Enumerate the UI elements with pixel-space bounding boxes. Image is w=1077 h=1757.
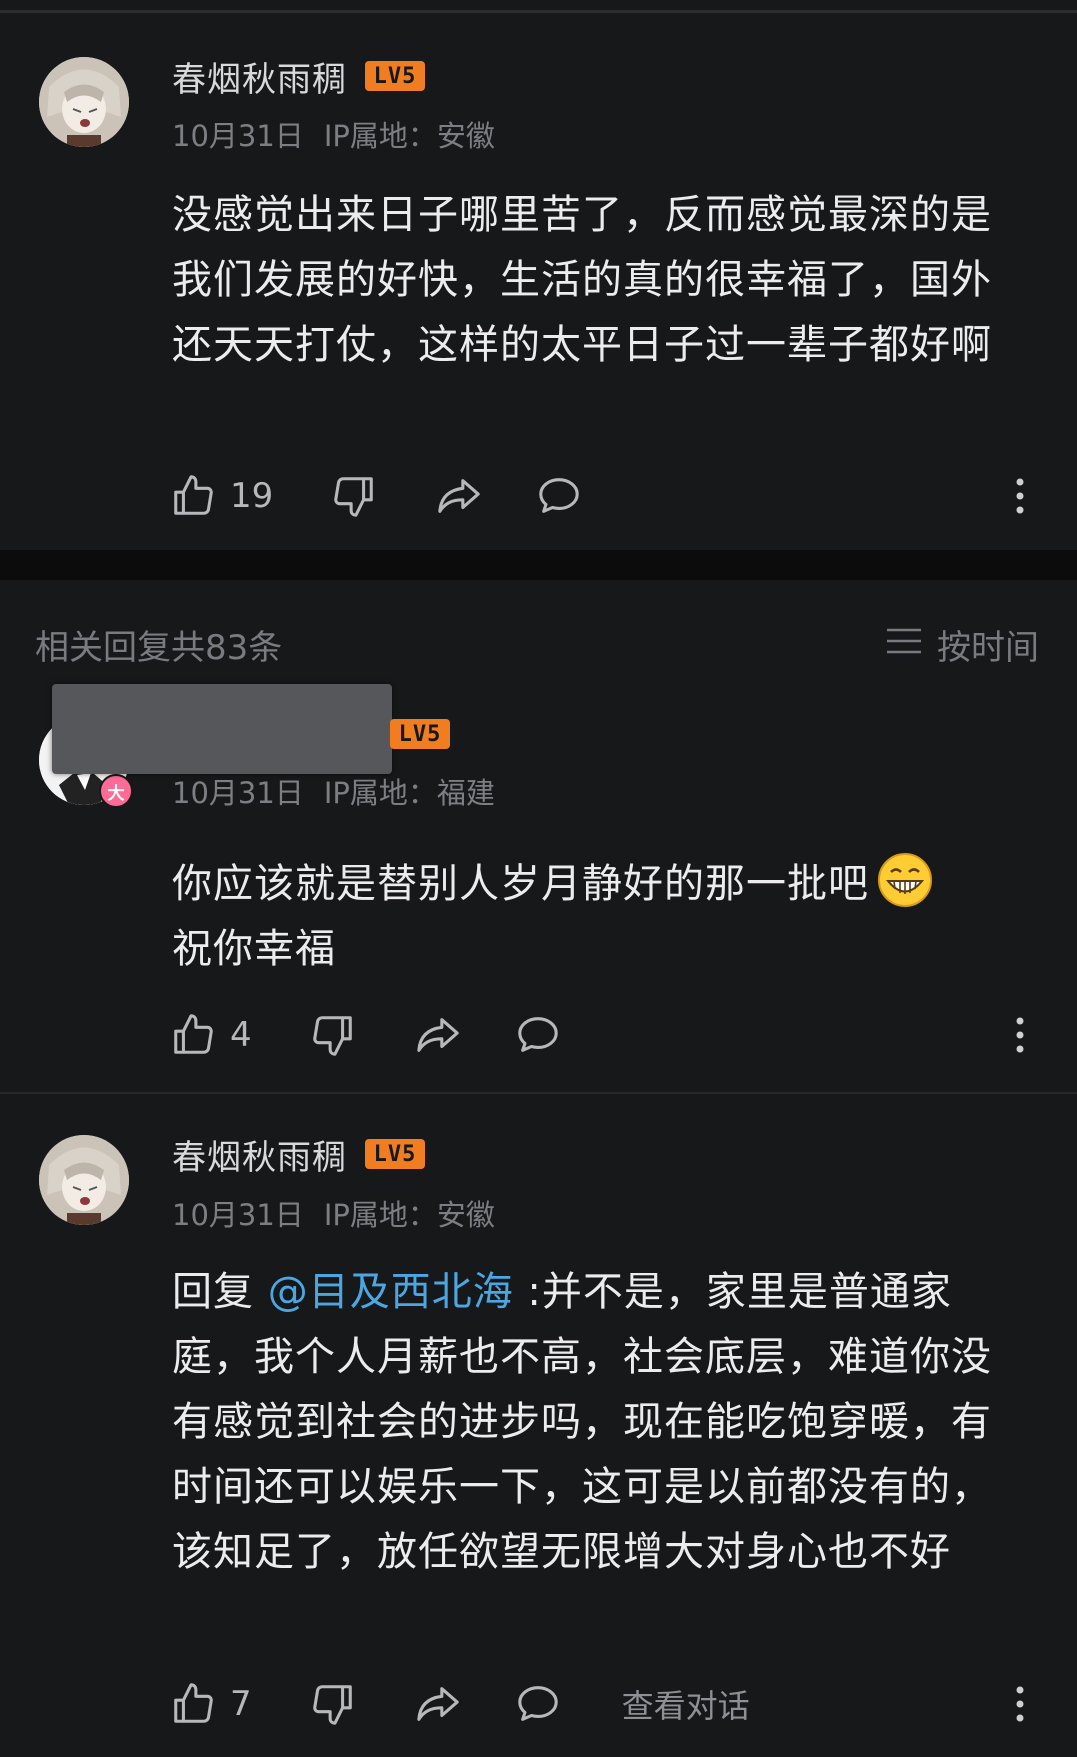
comment-ip: IP属地：福建	[323, 776, 495, 810]
level-badge: LV5	[365, 1139, 425, 1169]
reply-divider	[0, 1092, 1077, 1094]
grinning-face-emoji	[877, 852, 933, 908]
comment-ip: IP属地：安徽	[323, 1198, 495, 1232]
reply-button[interactable]	[535, 473, 583, 519]
dislike-button[interactable]	[331, 473, 377, 519]
like-count: 7	[230, 1684, 252, 1724]
vip-badge: 大	[99, 774, 133, 808]
more-icon	[1010, 1686, 1030, 1728]
comment-date: 10月31日	[172, 1198, 304, 1232]
avatar[interactable]	[39, 1135, 129, 1225]
more-button[interactable]	[1010, 1684, 1030, 1728]
level-badge: LV5	[390, 719, 450, 749]
more-button[interactable]	[1010, 1015, 1030, 1059]
section-separator	[0, 550, 1077, 580]
comment-date: 10月31日	[172, 776, 304, 810]
name-row: LV5	[172, 712, 450, 756]
like-count: 19	[230, 476, 274, 516]
dislike-icon	[310, 1012, 356, 1058]
share-icon	[435, 473, 483, 519]
like-button[interactable]: 7	[170, 1681, 252, 1727]
dislike-button[interactable]	[310, 1012, 356, 1058]
dislike-button[interactable]	[310, 1681, 356, 1727]
avatar[interactable]	[39, 57, 129, 147]
view-conversation-link[interactable]: 查看对话	[622, 1681, 750, 1727]
comment-actions: 4	[170, 1007, 1030, 1063]
like-icon	[170, 473, 216, 519]
username[interactable]: 春烟秋雨稠	[172, 52, 347, 101]
like-icon	[170, 1012, 216, 1058]
name-row: 春烟秋雨稠 LV5	[172, 52, 425, 101]
reply-button[interactable]	[514, 1681, 562, 1727]
comment-icon	[535, 473, 583, 519]
reply-button[interactable]	[514, 1012, 562, 1058]
replies-count-header: 相关回复共83条	[35, 628, 283, 668]
comment-text-line: 祝你幸福	[172, 926, 336, 972]
share-icon	[414, 1681, 462, 1727]
username[interactable]: 春烟秋雨稠	[172, 1130, 347, 1179]
more-icon	[1010, 1017, 1030, 1059]
share-icon	[414, 1012, 462, 1058]
dislike-icon	[331, 473, 377, 519]
comment-text-line: 你应该就是替别人岁月静好的那一批吧	[172, 861, 869, 907]
sort-icon	[885, 625, 937, 665]
reply-prefix: 回复	[172, 1269, 268, 1315]
like-count: 4	[230, 1015, 252, 1055]
more-icon	[1010, 478, 1030, 520]
share-button[interactable]	[414, 1012, 462, 1058]
comment-text: 回复 @目及西北海 :并不是，家里是普通家庭，我个人月薪也不高，社会底层，难道你…	[172, 1260, 1032, 1585]
more-button[interactable]	[1010, 476, 1030, 520]
name-row: 春烟秋雨稠 LV5	[172, 1130, 425, 1179]
comment-ip: IP属地：安徽	[323, 119, 495, 153]
comment-text: 没感觉出来日子哪里苦了，反而感觉最深的是我们发展的好快，生活的真的很幸福了，国外…	[172, 192, 992, 368]
sort-label: 按时间	[937, 628, 1039, 668]
user-mention-link[interactable]: @目及西北海	[268, 1269, 514, 1315]
comment-meta: 10月31日 IP属地：安徽	[172, 1192, 495, 1234]
top-divider	[0, 10, 1077, 13]
like-button[interactable]: 4	[170, 1012, 252, 1058]
share-button[interactable]	[414, 1681, 462, 1727]
comment-meta: 10月31日 IP属地：安徽	[172, 113, 495, 155]
like-icon	[170, 1681, 216, 1727]
dislike-icon	[310, 1681, 356, 1727]
level-badge: LV5	[365, 61, 425, 91]
comment-meta: 10月31日 IP属地：福建	[172, 770, 495, 812]
like-button[interactable]: 19	[170, 473, 273, 519]
comment-icon	[514, 1012, 562, 1058]
comment-text: 你应该就是替别人岁月静好的那一批吧 祝你幸福	[172, 852, 1032, 982]
comment-date: 10月31日	[172, 119, 304, 153]
sort-button[interactable]: 按时间	[885, 620, 1039, 669]
comment-actions: 19	[170, 468, 1030, 524]
comment-icon	[514, 1681, 562, 1727]
share-button[interactable]	[435, 473, 483, 519]
comment-actions: 7 查看对话	[170, 1676, 1030, 1732]
